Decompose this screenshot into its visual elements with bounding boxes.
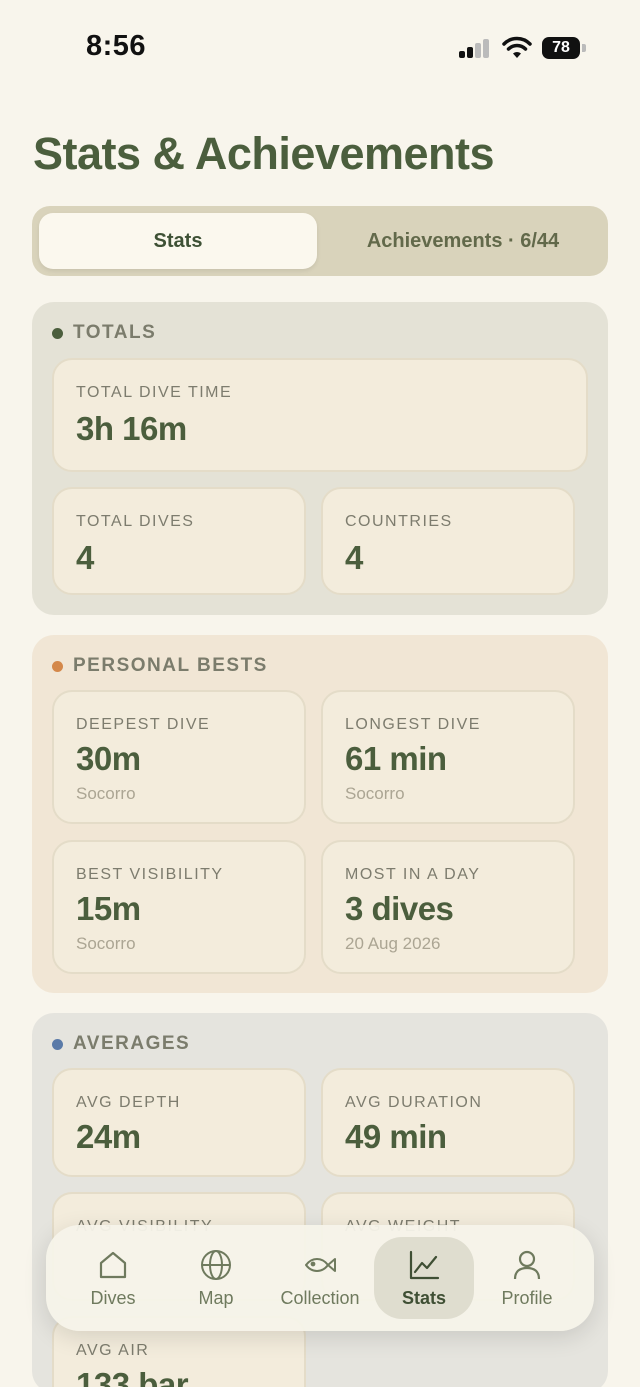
stat-value: 15m	[76, 890, 141, 927]
dot-icon	[52, 1038, 63, 1050]
nav-label: Dives	[90, 1287, 136, 1308]
stat-card-most-in-a-day: MOST IN A DAY 3 dives 20 Aug 2026	[321, 840, 575, 974]
stat-location: Socorro	[345, 784, 405, 803]
section-header: TOTALS	[52, 322, 156, 344]
dot-icon	[52, 660, 63, 672]
stat-label: MOST IN A DAY	[345, 866, 481, 883]
section-header: AVERAGES	[52, 1033, 190, 1055]
segmented-control: Stats Achievements · 6/44	[32, 206, 608, 276]
nav-item-stats[interactable]: Stats	[374, 1237, 474, 1319]
nav-label: Map	[198, 1287, 234, 1308]
stat-label: AVG AIR	[76, 1342, 150, 1359]
wifi-icon	[502, 36, 532, 58]
stat-location: Socorro	[76, 934, 136, 953]
status-bar: 8:56 78	[0, 0, 640, 96]
nav-item-map[interactable]: Map	[166, 1237, 266, 1319]
stat-label: BEST VISIBILITY	[76, 866, 224, 883]
stat-label: AVG DURATION	[345, 1094, 483, 1111]
stat-card-avg-duration: AVG DURATION 49 min	[321, 1068, 575, 1177]
stat-card-deepest-dive: DEEPEST DIVE 30m Socorro	[52, 690, 306, 824]
stat-date: 20 Aug 2026	[345, 934, 441, 953]
stat-label: TOTAL DIVE TIME	[76, 384, 233, 401]
personal-bests-section: PERSONAL BESTS DEEPEST DIVE 30m Socorro …	[32, 635, 608, 993]
fish-icon	[305, 1257, 336, 1272]
stat-value: 30m	[76, 740, 141, 777]
tab-stats[interactable]: Stats	[39, 213, 317, 269]
stat-label: TOTAL DIVES	[76, 513, 195, 530]
stat-card-total-dive-time: TOTAL DIVE TIME 3h 16m	[52, 358, 588, 472]
stat-value: 4	[76, 539, 94, 576]
bottom-nav-bar: Dives Map Collection Stats Profile	[46, 1225, 594, 1331]
stat-card-countries: COUNTRIES 4	[321, 487, 575, 595]
nav-item-dives[interactable]: Dives	[63, 1237, 163, 1319]
stat-card-best-visibility: BEST VISIBILITY 15m Socorro	[52, 840, 306, 974]
battery-level: 78	[542, 37, 580, 59]
stat-value: 4	[345, 539, 363, 576]
stat-label: AVG DEPTH	[76, 1094, 181, 1111]
stat-label: DEEPEST DIVE	[76, 716, 211, 733]
section-title: AVERAGES	[73, 1033, 191, 1054]
signal-icon	[459, 38, 491, 58]
house-icon	[99, 1251, 127, 1278]
nav-label: Stats	[401, 1287, 446, 1308]
globe-icon	[201, 1249, 231, 1280]
tab-achievements[interactable]: Achievements · 6/44	[324, 213, 602, 269]
section-title: TOTALS	[73, 322, 157, 343]
stat-value: 49 min	[345, 1118, 447, 1155]
stat-card-longest-dive: LONGEST DIVE 61 min Socorro	[321, 690, 575, 824]
stat-value: 24m	[76, 1118, 141, 1155]
stat-label: COUNTRIES	[345, 513, 453, 530]
nav-label: Collection	[280, 1287, 360, 1308]
stat-value: 133 bar	[76, 1366, 189, 1387]
stat-label: LONGEST DIVE	[345, 716, 481, 733]
battery-icon: 78	[542, 37, 586, 59]
chart-icon	[409, 1250, 440, 1279]
dot-icon	[52, 327, 63, 339]
stat-value: 3h 16m	[76, 410, 187, 447]
stat-card-avg-depth: AVG DEPTH 24m	[52, 1068, 306, 1177]
nav-label: Profile	[501, 1287, 553, 1308]
section-header: PERSONAL BESTS	[52, 655, 268, 677]
stat-value: 3 dives	[345, 890, 454, 927]
section-title: PERSONAL BESTS	[73, 655, 268, 676]
status-time: 8:56	[86, 30, 147, 62]
stat-value: 61 min	[345, 740, 447, 777]
stat-location: Socorro	[76, 784, 136, 803]
nav-item-collection[interactable]: Collection	[270, 1237, 370, 1319]
stat-card-total-dives: TOTAL DIVES 4	[52, 487, 306, 595]
nav-item-profile[interactable]: Profile	[477, 1237, 577, 1319]
person-icon	[513, 1250, 541, 1279]
totals-section: TOTALS TOTAL DIVE TIME 3h 16m TOTAL DIVE…	[32, 302, 608, 615]
page-title: Stats & Achievements	[33, 128, 495, 179]
